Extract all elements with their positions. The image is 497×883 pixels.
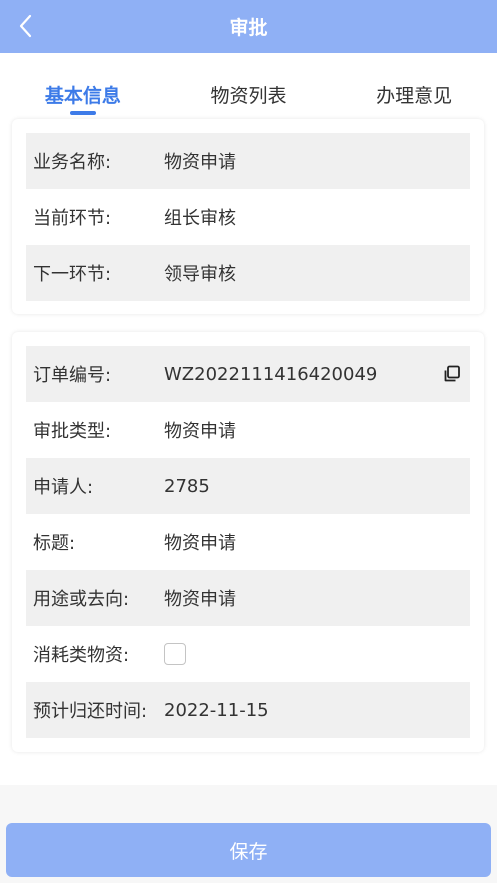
next-step-value: 领导审核 (164, 264, 236, 285)
tab-bar: 基本信息 物资列表 办理意见 (0, 53, 497, 119)
purpose-row: 用途或去向: 物资申请 (26, 570, 470, 626)
back-button[interactable] (10, 9, 40, 43)
app-header: 审批 (0, 0, 497, 53)
current-step-label: 当前环节: (33, 208, 112, 229)
return-date-value: 2022-11-15 (164, 699, 269, 721)
page-title: 审批 (229, 17, 268, 39)
purpose-label: 用途或去向: (33, 589, 130, 610)
order-no-row: 订单编号: WZ2022111416420049 (26, 346, 470, 402)
title-label: 标题: (33, 533, 76, 554)
purpose-value: 物资申请 (164, 589, 236, 610)
order-detail-card: 订单编号: WZ2022111416420049 审批类型: 物资申请 申请人:… (12, 332, 484, 752)
approval-type-value: 物资申请 (164, 421, 236, 442)
tab-materials-list[interactable]: 物资列表 (166, 53, 332, 119)
tab-basic-info[interactable]: 基本信息 (0, 53, 166, 119)
next-step-row: 下一环节: 领导审核 (26, 245, 470, 301)
flow-info-card: 业务名称: 物资申请 当前环节: 组长审核 下一环节: 领导审核 (12, 119, 484, 314)
tab-label: 办理意见 (376, 85, 453, 107)
return-date-row: 预计归还时间: 2022-11-15 (26, 682, 470, 738)
approval-type-label: 审批类型: (33, 421, 112, 442)
applicant-label: 申请人: (33, 477, 94, 498)
return-date-label: 预计归还时间: (33, 701, 148, 722)
applicant-row: 申请人: 2785 (26, 458, 470, 514)
save-button[interactable]: 保存 (6, 823, 491, 877)
chevron-left-icon (19, 14, 32, 38)
tab-label: 基本信息 (44, 85, 121, 107)
active-tab-indicator (69, 111, 96, 115)
applicant-value: 2785 (164, 475, 210, 497)
tab-label: 物资列表 (210, 85, 287, 107)
business-name-value: 物资申请 (164, 152, 236, 173)
consumable-checkbox[interactable] (164, 643, 186, 665)
title-value: 物资申请 (164, 533, 236, 554)
approval-type-row: 审批类型: 物资申请 (26, 402, 470, 458)
consumable-row: 消耗类物资: (26, 626, 470, 682)
order-no-value: WZ2022111416420049 (164, 363, 378, 385)
current-step-row: 当前环节: 组长审核 (26, 189, 470, 245)
business-name-label: 业务名称: (33, 152, 112, 173)
consumable-value (164, 643, 470, 665)
order-no-label: 订单编号: (33, 365, 112, 386)
title-row: 标题: 物资申请 (26, 514, 470, 570)
current-step-value: 组长审核 (164, 208, 236, 229)
copy-icon[interactable] (442, 364, 462, 384)
tab-handling-opinion[interactable]: 办理意见 (331, 53, 497, 119)
next-step-label: 下一环节: (33, 264, 112, 285)
business-name-row: 业务名称: 物资申请 (26, 133, 470, 189)
consumable-label: 消耗类物资: (33, 645, 130, 666)
